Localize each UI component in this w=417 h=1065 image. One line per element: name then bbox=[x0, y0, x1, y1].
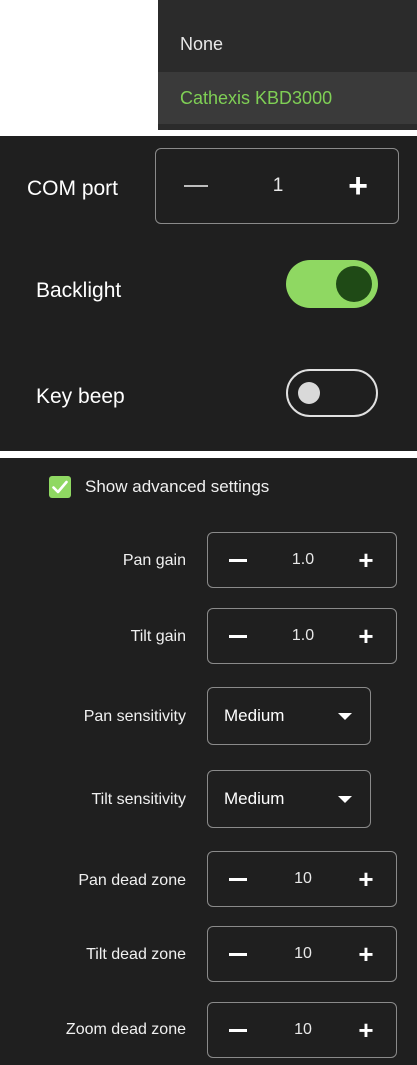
tilt-sensitivity-label: Tilt sensitivity bbox=[91, 791, 186, 808]
pan-gain-label: Pan gain bbox=[122, 552, 186, 569]
tilt-gain-label: Tilt gain bbox=[130, 628, 186, 645]
pan-gain-decrement-button[interactable] bbox=[208, 533, 268, 587]
show-advanced-label: Show advanced settings bbox=[85, 477, 270, 496]
zoom-dead-zone-decrement-button[interactable] bbox=[208, 1003, 268, 1057]
minus-icon bbox=[229, 877, 247, 881]
plus-icon: + bbox=[348, 166, 368, 205]
plus-icon: + bbox=[358, 863, 374, 894]
minus-icon bbox=[229, 952, 247, 956]
com-port-increment-button[interactable]: + bbox=[318, 149, 398, 223]
zoom-dead-zone-value[interactable]: 10 bbox=[268, 1003, 338, 1057]
caret-down-icon bbox=[338, 796, 352, 803]
show-advanced-checkbox[interactable] bbox=[49, 476, 71, 498]
pan-sensitivity-value: Medium bbox=[224, 706, 285, 725]
dropdown-option-none[interactable]: None bbox=[158, 18, 417, 70]
tilt-gain-stepper: 1.0 + bbox=[207, 608, 397, 664]
pan-dead-zone-decrement-button[interactable] bbox=[208, 852, 268, 906]
plus-icon: + bbox=[358, 620, 374, 651]
minus-icon bbox=[229, 558, 247, 562]
key-beep-toggle[interactable] bbox=[286, 369, 378, 417]
com-port-value[interactable]: 1 bbox=[236, 149, 320, 223]
tilt-dead-zone-value[interactable]: 10 bbox=[268, 927, 338, 981]
backlight-label: Backlight bbox=[36, 279, 122, 302]
advanced-settings-panel: Show advanced settings Pan gain 1.0 + Ti… bbox=[0, 458, 417, 1065]
tilt-dead-zone-stepper: 10 + bbox=[207, 926, 397, 982]
tilt-sensitivity-value: Medium bbox=[224, 789, 285, 808]
pan-dead-zone-label: Pan dead zone bbox=[78, 872, 186, 889]
caret-down-icon bbox=[338, 713, 352, 720]
pan-dead-zone-value[interactable]: 10 bbox=[268, 852, 338, 906]
pan-dead-zone-increment-button[interactable]: + bbox=[336, 852, 396, 906]
pan-gain-increment-button[interactable]: + bbox=[336, 533, 396, 587]
com-port-stepper: 1 + bbox=[155, 148, 399, 224]
minus-icon bbox=[229, 1028, 247, 1032]
tilt-gain-decrement-button[interactable] bbox=[208, 609, 268, 663]
dropdown-option-cathexis-kbd3000[interactable]: Cathexis KBD3000 bbox=[158, 72, 417, 124]
zoom-dead-zone-increment-button[interactable]: + bbox=[336, 1003, 396, 1057]
minus-icon bbox=[229, 634, 247, 638]
key-beep-label: Key beep bbox=[36, 385, 125, 408]
minus-icon bbox=[184, 185, 208, 187]
pan-gain-value[interactable]: 1.0 bbox=[268, 533, 338, 587]
tilt-dead-zone-decrement-button[interactable] bbox=[208, 927, 268, 981]
backlight-toggle[interactable] bbox=[286, 260, 378, 308]
com-port-decrement-button[interactable] bbox=[156, 149, 236, 223]
toggle-knob bbox=[336, 266, 372, 302]
zoom-dead-zone-label: Zoom dead zone bbox=[65, 1021, 186, 1038]
tilt-gain-value[interactable]: 1.0 bbox=[268, 609, 338, 663]
pan-gain-stepper: 1.0 + bbox=[207, 532, 397, 588]
zoom-dead-zone-stepper: 10 + bbox=[207, 1002, 397, 1058]
plus-icon: + bbox=[358, 1014, 374, 1045]
tilt-sensitivity-select[interactable]: Medium bbox=[207, 770, 371, 828]
pan-sensitivity-label: Pan sensitivity bbox=[83, 708, 186, 725]
tilt-gain-increment-button[interactable]: + bbox=[336, 609, 396, 663]
com-port-label: COM port bbox=[27, 177, 119, 200]
keyboard-dropdown-list: None Cathexis KBD3000 bbox=[158, 0, 417, 130]
plus-icon: + bbox=[358, 544, 374, 575]
pan-sensitivity-select[interactable]: Medium bbox=[207, 687, 371, 745]
checkmark-icon bbox=[52, 480, 68, 494]
basic-settings-panel: COM port 1 + Backlight Key beep bbox=[0, 136, 417, 451]
pan-dead-zone-stepper: 10 + bbox=[207, 851, 397, 907]
tilt-dead-zone-label: Tilt dead zone bbox=[86, 946, 186, 963]
tilt-dead-zone-increment-button[interactable]: + bbox=[336, 927, 396, 981]
toggle-knob bbox=[298, 382, 320, 404]
plus-icon: + bbox=[358, 938, 374, 969]
